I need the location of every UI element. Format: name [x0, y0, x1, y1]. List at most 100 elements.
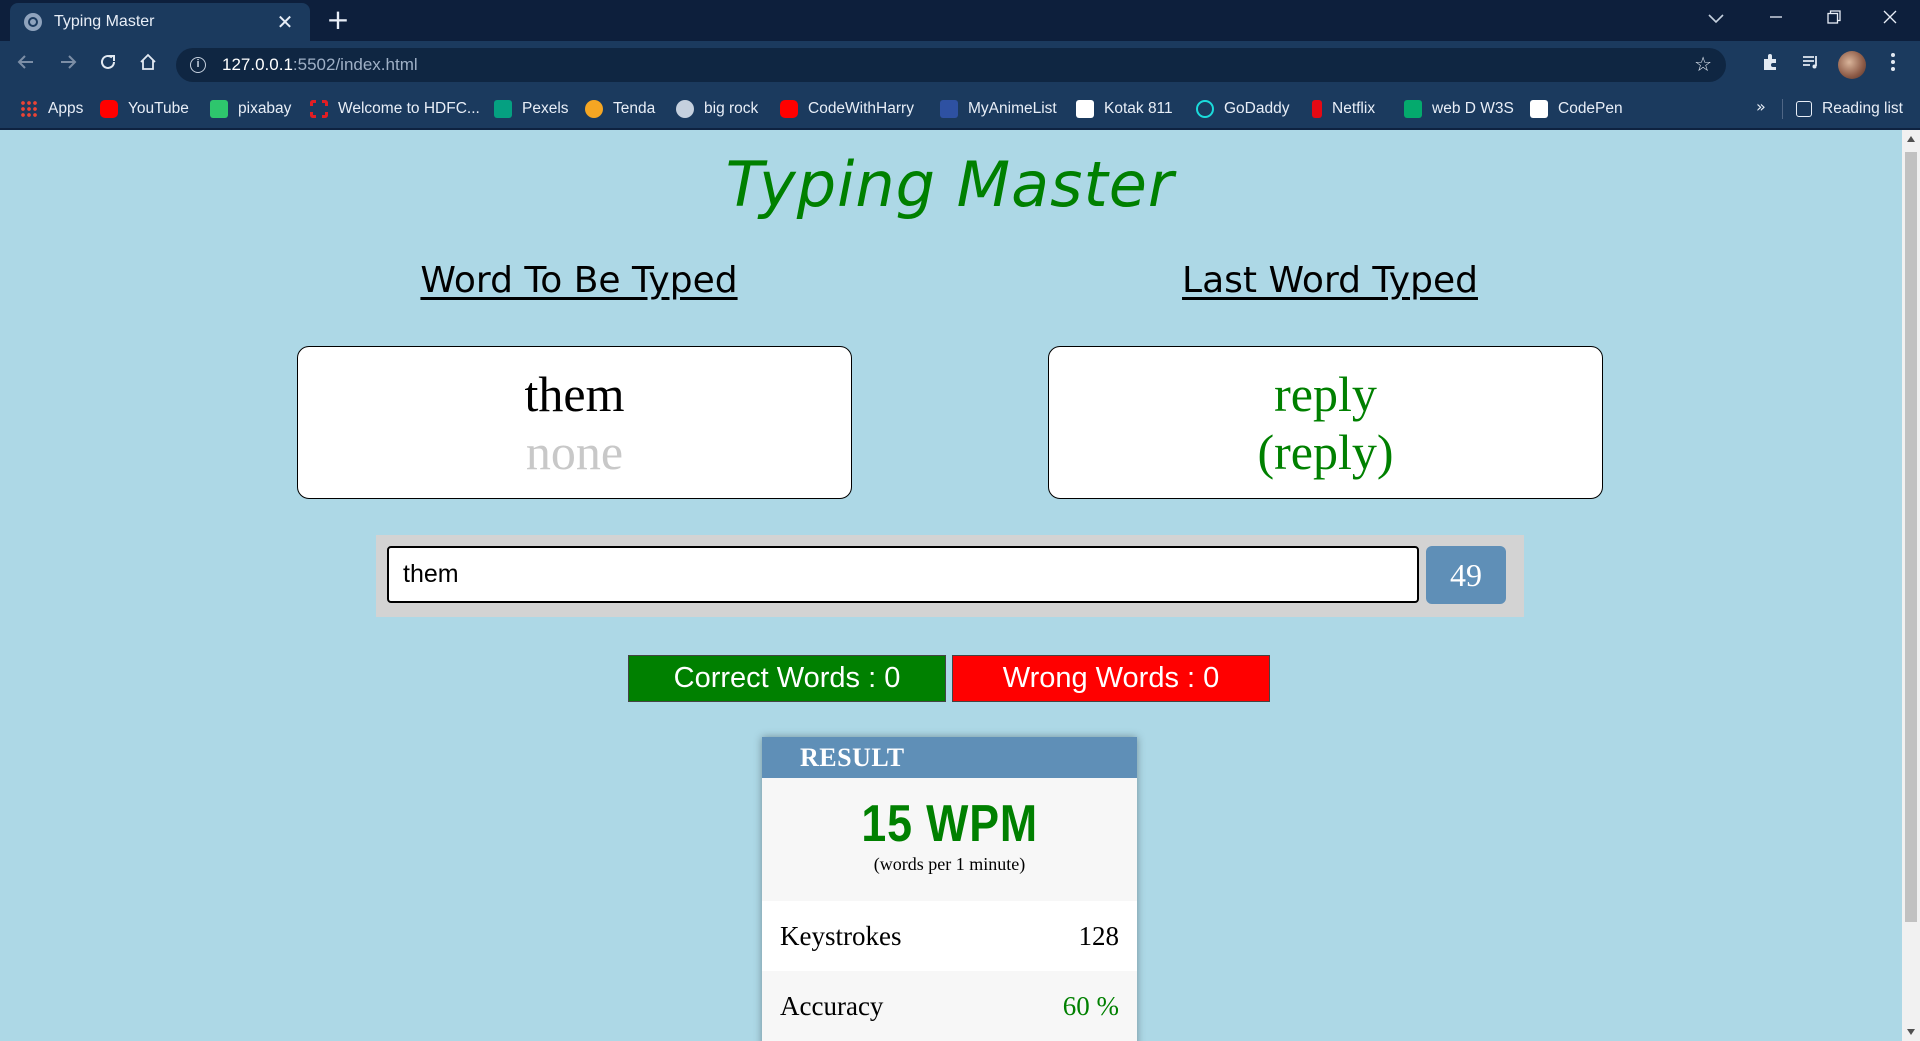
restore-icon[interactable]: [1806, 4, 1862, 34]
close-icon[interactable]: ✕: [274, 12, 296, 32]
bookmark-label: Pexels: [522, 100, 569, 117]
last-word: reply: [1274, 365, 1377, 422]
bookmark-label: Welcome to HDFC...: [338, 100, 480, 117]
bookmark-big-rock[interactable]: big rock: [676, 97, 758, 121]
page-title: Typing Master: [725, 148, 1175, 221]
bookmark-codewithharry[interactable]: CodeWithHarry: [780, 97, 914, 121]
word-to-type-box: them none: [297, 346, 852, 499]
hdfc-icon: [310, 100, 328, 118]
reading-list-label: Reading list: [1822, 100, 1903, 117]
browser-toolbar: i 127.0.0.1:5502/index.html ☆: [0, 41, 1920, 89]
bookmarks-bar: Apps YouTube pixabay Welcome to HDFC... …: [0, 89, 1920, 129]
myanimelist-icon: [940, 100, 958, 118]
accuracy-label: Accuracy: [780, 990, 884, 1021]
url-host: 127.0.0.1: [222, 55, 293, 74]
bookmark-label: Tenda: [613, 100, 656, 117]
forward-arrow-icon[interactable]: [52, 49, 84, 81]
info-icon[interactable]: i: [190, 57, 206, 73]
new-tab-button[interactable]: +: [324, 6, 352, 34]
globe-icon: [24, 13, 42, 31]
netflix-icon: [1312, 100, 1322, 118]
youtube-icon: [100, 100, 118, 118]
wpm-block: 15 WPM (words per 1 minute): [762, 778, 1137, 901]
scroll-up-arrow-icon[interactable]: [1907, 136, 1915, 142]
bookmark-label: GoDaddy: [1224, 100, 1290, 117]
bookmark-label: CodePen: [1558, 100, 1623, 117]
bookmark-godaddy[interactable]: GoDaddy: [1196, 97, 1289, 121]
bookmark-myanimelist[interactable]: MyAnimeList: [940, 97, 1057, 121]
bookmark-hdfc[interactable]: Welcome to HDFC...: [310, 97, 480, 121]
typing-input[interactable]: [387, 546, 1419, 603]
bookmark-pexels[interactable]: Pexels: [494, 97, 569, 121]
keystrokes-value: 128: [1078, 920, 1120, 951]
bookmark-label: pixabay: [238, 100, 292, 117]
bookmark-label: Netflix: [1332, 100, 1376, 117]
vertical-scrollbar[interactable]: [1902, 130, 1920, 1041]
scroll-down-arrow-icon[interactable]: [1907, 1029, 1915, 1035]
current-word: them: [524, 365, 625, 422]
bookmark-apps[interactable]: Apps: [20, 97, 83, 121]
back-arrow-icon[interactable]: [10, 49, 42, 81]
scrollbar-thumb[interactable]: [1905, 152, 1917, 922]
bookmark-tenda[interactable]: Tenda: [585, 97, 655, 121]
bookmark-codepen[interactable]: CodePen: [1530, 97, 1623, 121]
apps-grid-icon: [20, 100, 38, 118]
bookmark-w3s[interactable]: web D W3S: [1404, 97, 1514, 121]
result-card: RESULT 15 WPM (words per 1 minute) Keyst…: [762, 737, 1137, 1041]
pexels-icon: [494, 100, 512, 118]
last-word-heading: Last Word Typed: [1182, 260, 1478, 301]
window-close-icon[interactable]: [1862, 4, 1918, 34]
kotak-icon: [1076, 100, 1094, 118]
keystrokes-row: Keystrokes 128: [762, 901, 1137, 971]
youtube-icon: [780, 100, 798, 118]
more-bookmarks-button[interactable]: »: [1756, 97, 1766, 116]
reading-list-button[interactable]: Reading list: [1796, 97, 1903, 121]
w3schools-icon: [1404, 100, 1422, 118]
tenda-icon: [585, 100, 603, 118]
wrong-words-counter: Wrong Words : 0: [952, 655, 1270, 702]
tab-strip: Typing Master ✕ +: [0, 0, 1920, 41]
bookmark-netflix[interactable]: Netflix: [1312, 97, 1375, 121]
home-icon[interactable]: [132, 49, 164, 81]
bookmark-label: Apps: [48, 100, 84, 117]
reading-list-icon: [1796, 101, 1812, 117]
bookmark-label: CodeWithHarry: [808, 100, 914, 117]
next-word: none: [525, 423, 624, 480]
extensions-puzzle-icon[interactable]: [1758, 52, 1784, 77]
wpm-subtitle: (words per 1 minute): [873, 854, 1026, 874]
profile-avatar[interactable]: [1838, 51, 1866, 79]
chevron-down-icon[interactable]: [1708, 9, 1724, 28]
globe-icon: [676, 100, 694, 118]
bookmark-pixabay[interactable]: pixabay: [210, 97, 291, 121]
bookmark-youtube[interactable]: YouTube: [100, 97, 189, 121]
divider: [1782, 99, 1783, 119]
page-content: Typing Master Word To Be Typed Last Word…: [0, 130, 1902, 1041]
result-heading: RESULT: [762, 737, 1137, 778]
keystrokes-label: Keystrokes: [780, 920, 902, 951]
url-path: :5502/index.html: [292, 55, 418, 74]
bookmark-label: Kotak 811: [1104, 100, 1173, 117]
word-to-type-heading: Word To Be Typed: [420, 260, 738, 301]
correct-words-counter: Correct Words : 0: [628, 655, 946, 702]
bookmark-kotak[interactable]: Kotak 811: [1076, 97, 1173, 121]
kebab-menu-icon[interactable]: [1880, 52, 1906, 77]
accuracy-value: 60 %: [1062, 990, 1119, 1021]
bookmark-label: web D W3S: [1432, 100, 1514, 117]
tab-title: Typing Master: [54, 13, 155, 30]
bookmark-star-icon[interactable]: ☆: [1694, 52, 1712, 76]
reload-icon[interactable]: [92, 49, 124, 81]
media-queue-icon[interactable]: [1798, 52, 1824, 77]
address-bar[interactable]: i 127.0.0.1:5502/index.html ☆: [176, 48, 1726, 82]
browser-tab[interactable]: Typing Master ✕: [10, 3, 310, 41]
timer-badge: 49: [1426, 546, 1506, 604]
pixabay-icon: [210, 100, 228, 118]
last-word-box: reply (reply): [1048, 346, 1603, 499]
bookmark-label: big rock: [704, 100, 759, 117]
bookmark-label: YouTube: [128, 100, 189, 117]
last-word-typed: (reply): [1257, 423, 1394, 480]
bookmark-label: MyAnimeList: [968, 100, 1057, 117]
wpm-value: 15 WPM: [861, 795, 1038, 853]
godaddy-icon: [1196, 100, 1214, 118]
typing-panel: 49: [376, 535, 1524, 617]
minimize-icon[interactable]: [1748, 4, 1804, 34]
